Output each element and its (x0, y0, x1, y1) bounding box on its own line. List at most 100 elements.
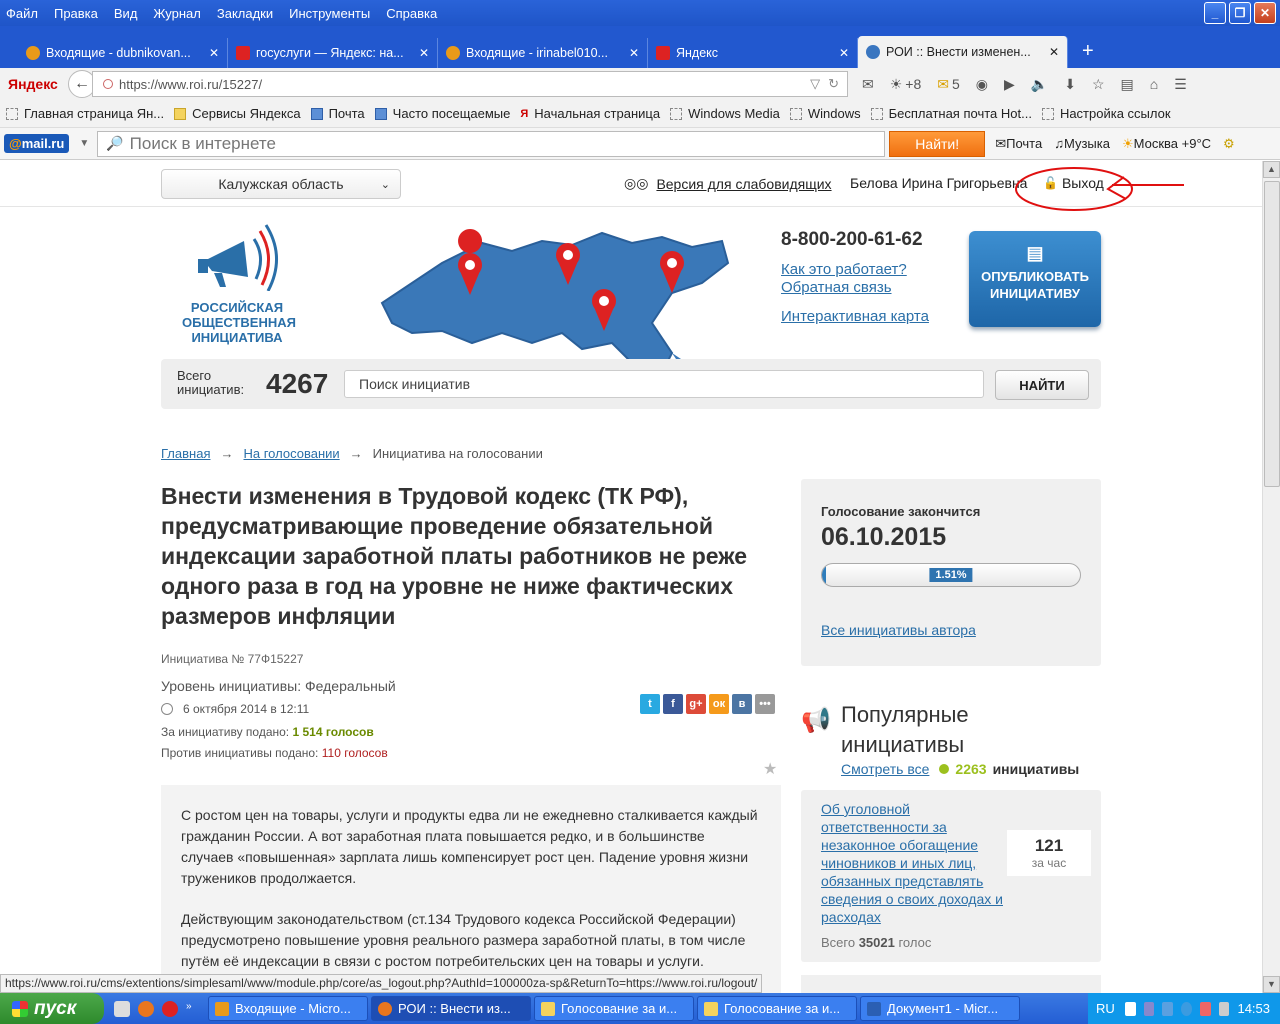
close-window-button[interactable]: ✕ (1254, 2, 1276, 24)
address-bar[interactable]: https://www.roi.ru/15227/ ▽ ↻ (92, 71, 848, 97)
publish-initiative-button[interactable]: ▤ ОПУБЛИКОВАТЬ ИНИЦИАТИВУ (969, 231, 1101, 327)
help-icon[interactable] (1124, 1001, 1136, 1016)
tray-misc-icon[interactable] (1218, 1001, 1230, 1016)
scroll-up-arrow-icon[interactable]: ▲ (1263, 161, 1280, 178)
mailru-find-button[interactable]: Найти! (889, 130, 986, 157)
bookmark-yandex-home[interactable]: Главная страница Ян... (6, 106, 164, 121)
task-outlook[interactable]: Входящие - Micro... (208, 996, 368, 1021)
google-plus-icon[interactable]: g+ (686, 694, 706, 714)
caret-down-icon[interactable]: ▼ (79, 138, 89, 149)
bookmark-link-settings[interactable]: Настройка ссылок (1041, 106, 1171, 121)
favorite-star-icon[interactable]: ★ (763, 759, 777, 779)
odnoklassniki-icon[interactable]: ок (709, 694, 729, 714)
mail-envelope-icon[interactable]: ✉ (862, 76, 874, 93)
tab-close-icon[interactable]: ✕ (1049, 45, 1059, 59)
yandex-mail-icon[interactable]: ✉ 5 (937, 76, 960, 93)
task-firefox-roi[interactable]: РОИ :: Внести из... (371, 996, 531, 1021)
user-name[interactable]: Белова Ирина Григорьевна (850, 175, 1027, 191)
mailru-mail-link[interactable]: ✉Почта (995, 136, 1042, 152)
task-folder-1[interactable]: Голосование за и... (534, 996, 694, 1021)
facebook-icon[interactable]: f (663, 694, 683, 714)
reader-icon[interactable]: ▤ (1121, 76, 1134, 93)
menu-edit[interactable]: Правка (46, 6, 106, 21)
menu-hamburger-icon[interactable]: ☰ (1174, 76, 1187, 93)
reload-icon[interactable]: ↻ (828, 76, 839, 92)
restore-button[interactable]: ❐ (1229, 2, 1251, 24)
tab-yandex[interactable]: Яндекс ✕ (648, 38, 858, 68)
menu-view[interactable]: Вид (106, 6, 146, 21)
mailru-music-link[interactable]: ♫Музыка (1054, 136, 1110, 151)
popular-initiative-link[interactable]: Об уголовной ответственности за незаконн… (821, 800, 1007, 926)
new-tab-plus-icon[interactable]: + (1082, 36, 1094, 68)
page-scrollbar[interactable]: ▲ ▼ (1262, 161, 1280, 993)
menu-bookmarks[interactable]: Закладки (209, 6, 281, 21)
home-icon[interactable]: ⌂ (1150, 76, 1158, 92)
menu-tools[interactable]: Инструменты (281, 6, 378, 21)
search-button[interactable]: НАЙТИ (995, 370, 1089, 400)
yandex-browser-icon[interactable] (162, 1000, 178, 1017)
tab-close-icon[interactable]: ✕ (419, 46, 429, 60)
logout-link[interactable]: 🔓 Выход (1043, 175, 1104, 191)
task-word[interactable]: Документ1 - Micr... (860, 996, 1020, 1021)
roi-logo[interactable]: РОССИЙСКАЯ ОБЩЕСТВЕННАЯ ИНИЦИАТИВА (182, 221, 296, 345)
bookmark-frequent[interactable]: Часто посещаемые (374, 106, 510, 121)
breadcrumb-voting[interactable]: На голосовании (243, 446, 339, 461)
tab-roi-active[interactable]: РОИ :: Внести изменен... ✕ (858, 36, 1068, 68)
site-identity-icon[interactable] (103, 79, 113, 89)
twitter-icon[interactable]: t (640, 694, 660, 714)
mailru-logo[interactable]: @mail.ru (4, 134, 70, 153)
menu-file[interactable]: Файл (0, 6, 46, 21)
tab-close-icon[interactable]: ✕ (209, 46, 219, 60)
minimize-button[interactable]: _ (1204, 2, 1226, 24)
bookmark-mail[interactable]: Почта (310, 106, 365, 121)
tab-close-icon[interactable]: ✕ (839, 46, 849, 60)
quicklaunch-app-icon[interactable] (114, 1000, 130, 1017)
region-select[interactable]: Калужская область ⌄ (161, 169, 401, 199)
tab-inbox-1[interactable]: Входящие - dubnikovan... ✕ (18, 38, 228, 68)
bookmark-start-page[interactable]: Я Начальная страница (520, 106, 660, 121)
volume-icon[interactable] (1162, 1001, 1174, 1016)
breadcrumb-home[interactable]: Главная (161, 446, 210, 461)
url-text[interactable]: https://www.roi.ru/15227/ (119, 77, 810, 92)
media-icon[interactable]: ◉ (976, 76, 988, 93)
mailru-search-input[interactable]: 🔎 Поиск в интернете (97, 130, 886, 157)
tab-close-icon[interactable]: ✕ (629, 46, 639, 60)
menu-help[interactable]: Справка (378, 6, 445, 21)
dropdown-arrow-icon[interactable]: ▽ (810, 76, 820, 92)
tray-app-icon[interactable] (1181, 1001, 1192, 1016)
network-icon[interactable] (1143, 1001, 1155, 1016)
initiative-search-input[interactable]: Поиск инициатив (344, 370, 984, 398)
task-folder-2[interactable]: Голосование за и... (697, 996, 857, 1021)
bookmark-yandex-services[interactable]: Сервисы Яндекса (174, 106, 301, 121)
expand-icon[interactable]: » (186, 1001, 202, 1017)
antivirus-icon[interactable] (1199, 1001, 1211, 1016)
scroll-down-arrow-icon[interactable]: ▼ (1263, 976, 1280, 993)
tab-inbox-2[interactable]: Входящие - irinabel010... ✕ (438, 38, 648, 68)
bookmark-hotmail[interactable]: Бесплатная почта Hot... (870, 106, 1032, 121)
interactive-map-link[interactable]: Интерактивная карта (781, 308, 929, 326)
mailru-weather-link[interactable]: ☀Москва +9°C (1122, 136, 1211, 152)
author-initiatives-link[interactable]: Все инициативы автора (821, 622, 976, 638)
language-indicator[interactable]: RU (1096, 1001, 1115, 1016)
start-button[interactable]: пуск (0, 993, 104, 1024)
bookmark-windows[interactable]: Windows (789, 106, 861, 121)
feedback-link[interactable]: Обратная связь (781, 279, 929, 297)
see-all-link[interactable]: Смотреть все (841, 761, 929, 777)
more-share-icon[interactable]: ••• (755, 694, 775, 714)
search-provider-icon[interactable]: 🔎 (106, 135, 123, 152)
play-icon[interactable]: ▶ (1004, 76, 1015, 93)
firefox-icon[interactable] (138, 1000, 154, 1017)
tab-gosuslugi[interactable]: госуслуги — Яндекс: на... ✕ (228, 38, 438, 68)
accessibility-link[interactable]: ◎◎ Версия для слабовидящих (624, 175, 832, 192)
bookmark-windows-media[interactable]: Windows Media (670, 106, 780, 121)
download-icon[interactable]: ⬇ (1064, 76, 1076, 93)
bookmark-star-icon[interactable]: ☆ (1092, 76, 1105, 93)
weather-sun-icon[interactable]: ☀ +8 (890, 76, 922, 93)
speaker-icon[interactable]: 🔈 (1031, 76, 1048, 93)
vkontakte-icon[interactable]: в (732, 694, 752, 714)
yandex-logo[interactable]: Яндекс (8, 76, 64, 92)
menu-history[interactable]: Журнал (145, 6, 208, 21)
scroll-thumb[interactable] (1264, 181, 1280, 487)
how-it-works-link[interactable]: Как это работает? (781, 261, 929, 279)
settings-gear-icon[interactable]: ⚙ (1223, 136, 1235, 152)
